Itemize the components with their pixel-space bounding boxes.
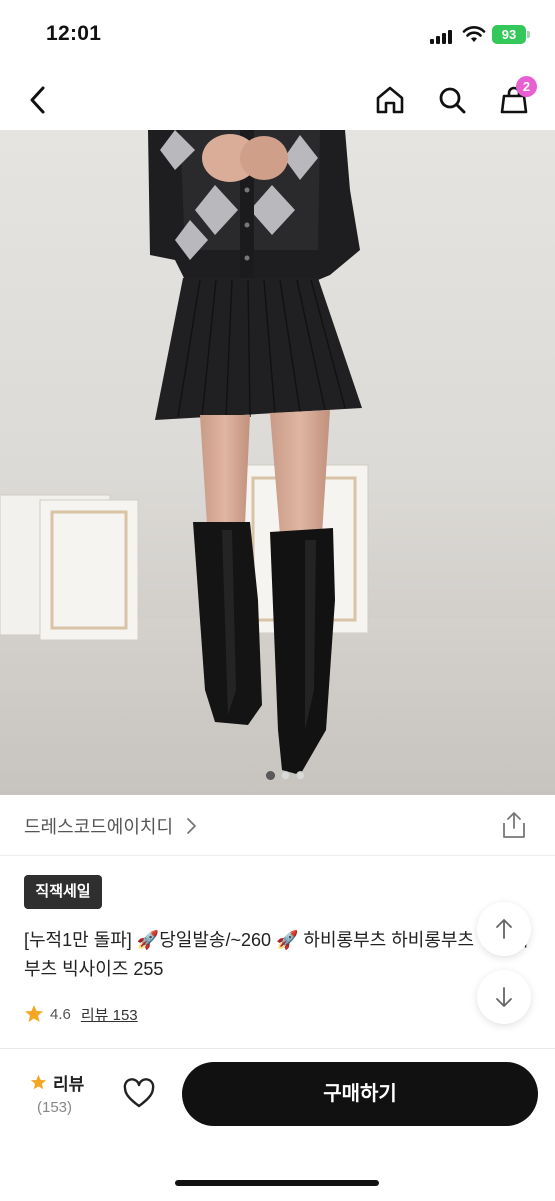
wifi-icon <box>462 26 486 42</box>
review-summary-label: 리뷰 <box>53 1075 85 1094</box>
search-icon <box>439 87 466 114</box>
rating-score: 4.6 <box>50 1005 71 1023</box>
review-summary-count: (153) <box>37 1099 73 1116</box>
review-summary-button[interactable]: 리뷰 <box>30 1070 84 1095</box>
battery-tip <box>527 31 530 38</box>
heart-icon[interactable] <box>122 1078 156 1110</box>
star-icon <box>25 1005 43 1022</box>
sale-badge: 직잭세일 <box>24 875 102 909</box>
product-title: [누적1만 돌파] 🚀당일발송/~260 🚀 하비롱부츠 하비롱부츠 니하이부츠… <box>24 930 529 979</box>
store-row[interactable]: 드레스코드에이치디 <box>0 795 555 856</box>
rating-row: 4.6 리뷰 153 <box>24 1002 138 1026</box>
share-icon[interactable] <box>501 811 527 839</box>
carousel-dot <box>281 771 290 780</box>
battery-icon: 93 <box>492 25 526 44</box>
chevron-left-icon <box>30 86 45 114</box>
chevron-right-icon <box>187 818 196 834</box>
star-icon <box>30 1074 47 1090</box>
arrow-up-icon <box>496 919 512 939</box>
home-indicator <box>175 1180 379 1186</box>
scroll-up-button[interactable] <box>477 902 531 956</box>
carousel-dot <box>266 771 275 780</box>
home-button[interactable] <box>370 80 410 120</box>
home-icon <box>376 86 404 114</box>
arrow-down-icon <box>496 987 512 1007</box>
status-time: 12:01 <box>46 22 102 45</box>
product-image[interactable] <box>0 130 555 795</box>
status-bar: 12:01 93 <box>0 0 555 70</box>
signal-icon <box>430 28 456 44</box>
buy-button[interactable]: 구매하기 <box>182 1062 538 1126</box>
carousel-dot <box>296 771 305 780</box>
store-name[interactable]: 드레스코드에이치디 <box>24 813 173 839</box>
carousel-indicator <box>266 771 305 780</box>
cart-count-badge: 2 <box>516 76 537 97</box>
search-button[interactable] <box>432 80 472 120</box>
scroll-down-button[interactable] <box>477 970 531 1024</box>
top-nav <box>0 70 555 130</box>
product-photo-illustration <box>0 130 555 795</box>
review-link[interactable]: 리뷰 153 <box>81 1004 138 1025</box>
back-button[interactable] <box>18 80 58 120</box>
